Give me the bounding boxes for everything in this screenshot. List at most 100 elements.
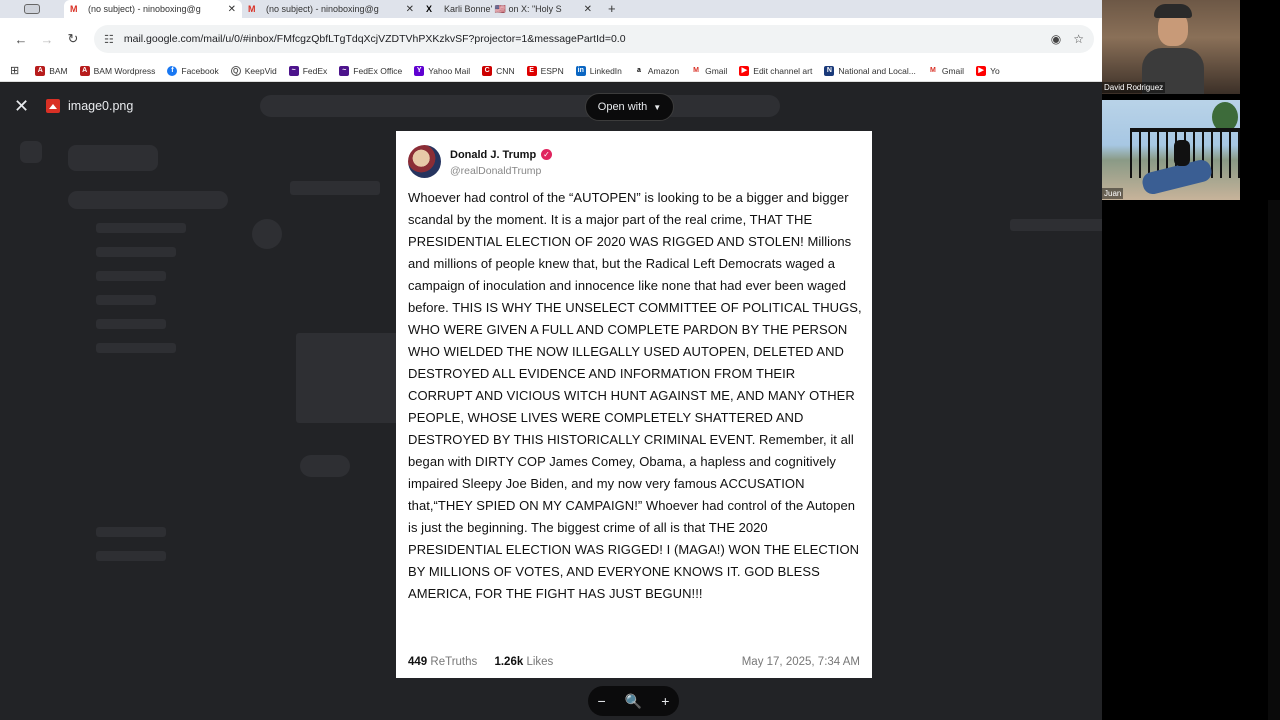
tab-search-button[interactable] xyxy=(0,0,64,18)
caret-down-icon: ▼ xyxy=(653,102,662,112)
bam-icon: A xyxy=(35,65,46,76)
bookmark-label: Amazon xyxy=(647,65,680,76)
gmail-icon: M xyxy=(248,4,256,14)
bookmark-facebook[interactable]: f Facebook xyxy=(167,65,219,76)
fedex-icon: ~ xyxy=(288,65,299,76)
gmail-icon: M xyxy=(691,65,702,76)
label-dimmed xyxy=(96,527,166,537)
news-icon: N xyxy=(824,65,835,76)
bookmark-espn[interactable]: E ESPN xyxy=(526,65,564,76)
gmail-icon: M xyxy=(70,4,78,14)
participant-video xyxy=(1142,4,1204,94)
zoom-controls: − 🔍 + xyxy=(588,686,679,716)
bookmark-star-icon[interactable]: ☆ xyxy=(1073,32,1084,46)
mail-icon-dimmed xyxy=(20,141,42,163)
bookmark-national-local[interactable]: N National and Local... xyxy=(824,65,916,76)
bookmark-label: LinkedIn xyxy=(589,65,622,76)
zoom-in-button[interactable]: + xyxy=(661,693,669,709)
label-dimmed xyxy=(96,551,166,561)
zoom-out-button[interactable]: − xyxy=(598,693,606,709)
file-name-text: image0.png xyxy=(68,99,134,113)
bookmark-yahoo-mail[interactable]: Y Yahoo Mail xyxy=(414,65,471,76)
tab-x[interactable]: X Karli Bonne' 🇺🇸 on X: "Holy S ✕ xyxy=(420,0,598,18)
post-handle: @realDonaldTrump xyxy=(450,165,542,177)
bookmark-gmail-2[interactable]: M Gmail xyxy=(927,65,965,76)
search-bar-dimmed xyxy=(260,95,780,117)
apps-icon[interactable]: ⊞ xyxy=(10,64,19,77)
video-tile-juan[interactable] xyxy=(1102,100,1240,200)
likes-label: Likes xyxy=(526,656,554,668)
bookmark-label: CNN xyxy=(496,65,515,76)
espn-icon: E xyxy=(526,65,537,76)
close-viewer-icon[interactable]: ✕ xyxy=(14,96,29,117)
label-dimmed xyxy=(96,319,166,329)
label-dimmed xyxy=(96,271,166,281)
url-text: mail.google.com/mail/u/0/#inbox/FMfcgzQb… xyxy=(123,33,626,45)
avatar-dimmed xyxy=(252,219,282,249)
close-icon[interactable]: ✕ xyxy=(228,4,236,15)
bookmark-label: FedEx Office xyxy=(353,65,403,76)
reload-icon[interactable]: ↻ xyxy=(60,31,86,47)
new-tab-button[interactable]: + xyxy=(598,0,626,18)
label-dimmed xyxy=(96,343,176,353)
bookmark-label: FedEx xyxy=(302,65,328,76)
browser-toolbar: ← → ↻ ☷ mail.google.com/mail/u/0/#inbox/… xyxy=(0,18,1102,60)
youtube-icon: ▶ xyxy=(739,65,750,76)
bookmark-label: BAM Wordpress xyxy=(93,65,156,76)
bookmark-linkedin[interactable]: in LinkedIn xyxy=(575,65,622,76)
bookmark-fedex-office[interactable]: ~ FedEx Office xyxy=(339,65,403,76)
bookmark-youtube[interactable]: ▶ Yo xyxy=(976,65,1000,76)
video-tile-david[interactable] xyxy=(1102,0,1240,94)
site-info-icon[interactable]: ☷ xyxy=(104,33,114,46)
tab-title: (no subject) - ninoboxing@g xyxy=(88,4,201,14)
bookmark-label: Gmail xyxy=(941,65,965,76)
bookmark-label: Edit channel art xyxy=(753,65,813,76)
bookmark-label: ESPN xyxy=(540,65,564,76)
close-icon[interactable]: ✕ xyxy=(406,4,414,15)
forward-icon[interactable]: → xyxy=(34,32,60,47)
bookmark-label: KeepVid xyxy=(244,65,277,76)
tab-title: (no subject) - ninoboxing@g xyxy=(266,4,379,14)
back-icon[interactable]: ← xyxy=(8,32,34,47)
tab-strip: M (no subject) - ninoboxing@g ✕ M (no su… xyxy=(0,0,1102,18)
bookmark-amazon[interactable]: a Amazon xyxy=(633,65,680,76)
yahoo-icon: Y xyxy=(414,65,425,76)
scrollbar[interactable] xyxy=(1268,200,1280,720)
bookmark-label: BAM xyxy=(49,65,68,76)
label-dimmed xyxy=(96,295,156,305)
viewer-file-name: image0.png xyxy=(46,99,133,113)
magnifier-icon[interactable]: 🔍 xyxy=(625,693,642,710)
address-bar[interactable]: ☷ mail.google.com/mail/u/0/#inbox/FMfcgz… xyxy=(94,25,1094,53)
amazon-icon: a xyxy=(633,65,644,76)
participant-name: Juan xyxy=(1102,188,1124,199)
tab-gmail-2[interactable]: M (no subject) - ninoboxing@g ✕ xyxy=(242,0,420,18)
bookmark-cnn[interactable]: C CNN xyxy=(482,65,515,76)
bookmark-label: Gmail xyxy=(705,65,728,76)
image-preview: Donald J. Trump ✓ @realDonaldTrump Whoev… xyxy=(396,131,872,678)
keepvid-icon: Q xyxy=(230,65,241,76)
bookmark-edit-channel-art[interactable]: ▶ Edit channel art xyxy=(739,65,813,76)
open-with-button[interactable]: Open with ▼ xyxy=(585,93,674,121)
label-dimmed xyxy=(96,247,176,257)
retruths-label: ReTruths xyxy=(430,656,478,668)
participant-name: David Rodriguez xyxy=(1102,82,1166,93)
bookmark-fedex[interactable]: ~ FedEx xyxy=(288,65,328,76)
label-dimmed xyxy=(96,223,186,233)
bookmark-label: Yahoo Mail xyxy=(428,65,471,76)
bookmark-bam[interactable]: A BAM xyxy=(35,65,68,76)
post-author: Donald J. Trump xyxy=(450,149,537,161)
bookmark-gmail[interactable]: M Gmail xyxy=(691,65,728,76)
bookmark-label: Facebook xyxy=(181,65,219,76)
facebook-icon: f xyxy=(167,65,178,76)
close-icon[interactable]: ✕ xyxy=(584,4,592,15)
open-with-label: Open with xyxy=(597,101,648,113)
bookmark-label: Yo xyxy=(990,65,1000,76)
tab-gmail-1[interactable]: M (no subject) - ninoboxing@g ✕ xyxy=(64,0,242,18)
retruths-count: 449 xyxy=(408,656,428,668)
bookmark-bam-wordpress[interactable]: A BAM Wordpress xyxy=(79,65,156,76)
subject-dimmed xyxy=(290,181,380,195)
eye-icon[interactable]: ◉ xyxy=(1051,32,1061,46)
linkedin-icon: in xyxy=(575,65,586,76)
bookmarks-bar: ⊞ A BAM A BAM Wordpress f Facebook Q KeepVid… xyxy=(0,60,1102,82)
bookmark-keepvid[interactable]: Q KeepVid xyxy=(230,65,277,76)
